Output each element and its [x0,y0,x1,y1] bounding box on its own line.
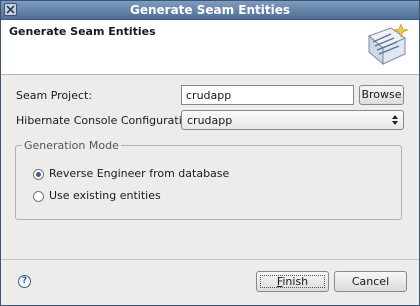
wizard-banner: Generate Seam Entities [1,20,419,75]
browse-button[interactable]: Browse [359,85,404,105]
title-bar[interactable]: Generate Seam Entities [1,1,419,20]
help-icon[interactable]: ? [18,275,31,288]
footer-separator [1,259,419,260]
generation-mode-legend: Generation Mode [22,139,121,152]
generation-mode-group: Generation Mode Reverse Engineer from da… [15,139,402,220]
radio-use-existing-label[interactable]: Use existing entities [49,189,161,202]
hibernate-config-label: Hibernate Console Configuration: [16,114,200,127]
seam-project-field[interactable]: crudapp [181,85,354,105]
hibernate-config-value: crudapp [187,114,233,127]
dialog-window: Generate Seam Entities Generate Seam Ent… [0,0,420,306]
radio-use-existing[interactable] [33,191,44,202]
seam-project-label: Seam Project: [16,89,93,102]
cancel-button[interactable]: Cancel [334,271,407,292]
seam-wizard-icon [368,23,410,66]
hibernate-config-select[interactable]: crudapp [181,110,404,130]
chevron-updown-icon [392,115,398,125]
banner-heading: Generate Seam Entities [9,25,156,38]
finish-label-rest: inish [282,275,309,288]
radio-reverse-engineer-label[interactable]: Reverse Engineer from database [49,167,229,180]
window-title: Generate Seam Entities [129,3,291,17]
finish-button[interactable]: Finish [256,271,329,292]
radio-reverse-engineer[interactable] [33,169,44,180]
